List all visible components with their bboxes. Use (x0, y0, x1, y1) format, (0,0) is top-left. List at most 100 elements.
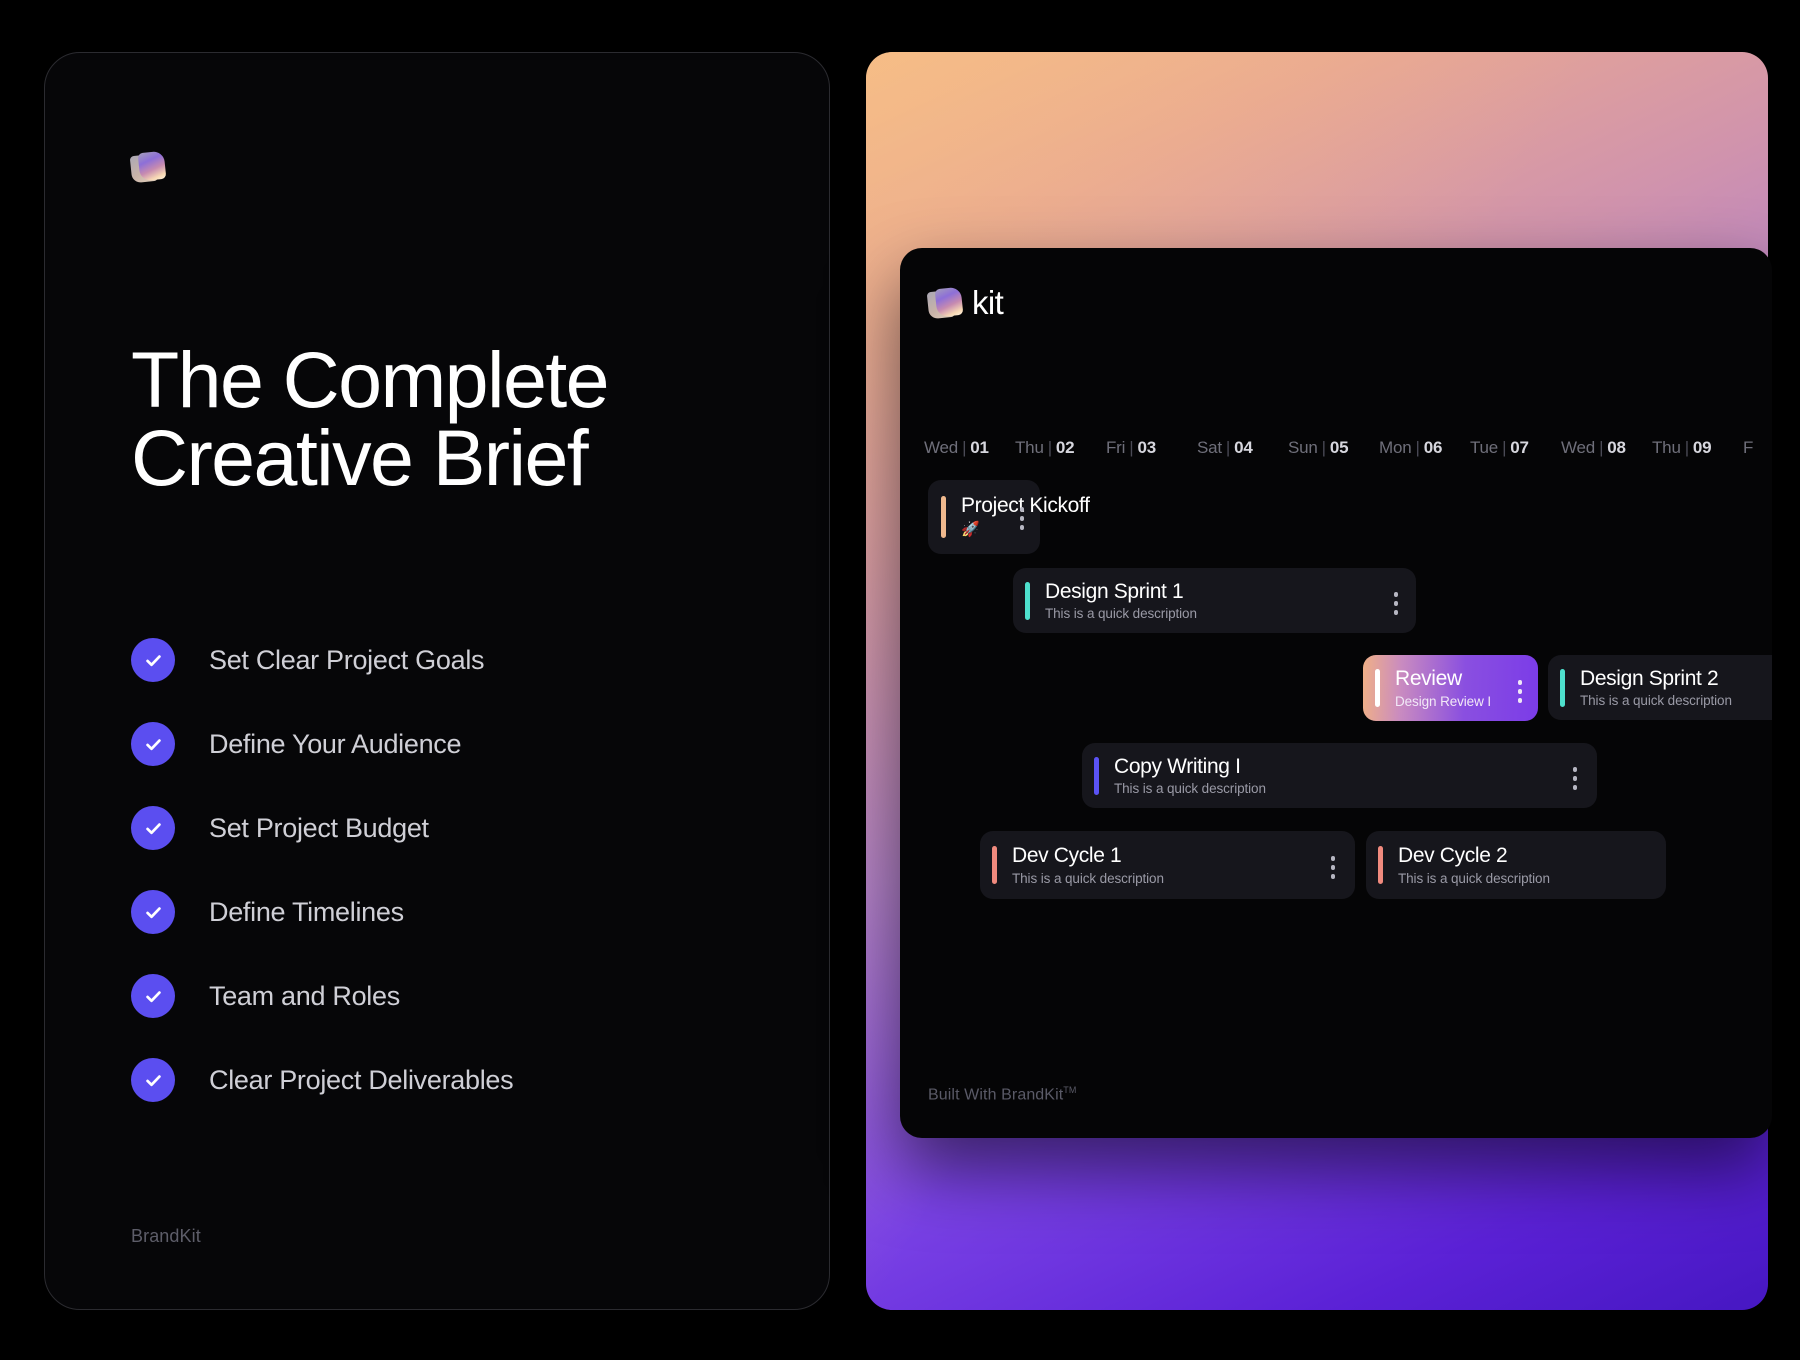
date-column-header[interactable]: Tue | 07 (1470, 438, 1561, 458)
date-separator: | (1502, 438, 1507, 457)
date-number: 06 (1423, 438, 1443, 457)
date-column-header[interactable]: Fri | 03 (1106, 438, 1197, 458)
task-card-highlighted[interactable]: Review Design Review I (1363, 655, 1538, 721)
date-column-header[interactable]: F (1743, 438, 1772, 458)
more-vertical-icon[interactable] (1019, 507, 1024, 530)
list-item: Define Timelines (131, 890, 513, 934)
task-card[interactable]: Dev Cycle 2 This is a quick description (1366, 831, 1666, 899)
check-icon (131, 806, 175, 850)
date-column-header[interactable]: Sat | 04 (1197, 438, 1288, 458)
list-item: Set Clear Project Goals (131, 638, 513, 682)
check-icon (131, 722, 175, 766)
more-vertical-icon[interactable] (1393, 592, 1398, 615)
task-title: Review (1395, 667, 1462, 691)
list-item: Define Your Audience (131, 722, 513, 766)
title-line-2: Creative Brief (131, 413, 589, 503)
task-card[interactable]: Design Sprint 1 This is a quick descript… (1013, 568, 1416, 633)
date-day: Thu (1652, 438, 1681, 457)
task-card[interactable]: Project Kickoff 🚀 (928, 480, 1090, 554)
task-title: Dev Cycle 2 (1398, 844, 1508, 868)
title-line-1: The Complete (131, 335, 610, 424)
date-number: 08 (1607, 438, 1626, 457)
list-item-label: Define Your Audience (209, 728, 462, 759)
poster-canvas: The Complete Creative Brief Set Clear Pr… (0, 0, 1800, 1360)
more-vertical-icon[interactable] (1572, 767, 1577, 790)
timeline-board: Project Kickoff 🚀 Design Sprint 1 This i… (900, 480, 1772, 900)
date-day: Sat (1197, 438, 1222, 457)
brief-footer-brand: BrandKit (131, 1226, 201, 1246)
date-column-header[interactable]: Wed | 08 (1561, 438, 1652, 458)
date-number: 07 (1510, 438, 1529, 457)
task-description: This is a quick description (1012, 870, 1164, 886)
brandkit-logo-icon (926, 286, 964, 320)
brandkit-logo-icon (129, 150, 167, 185)
more-vertical-icon[interactable] (1330, 856, 1335, 879)
check-icon (131, 890, 175, 934)
date-number: 02 (1055, 438, 1075, 457)
task-card[interactable]: Copy Writing I This is a quick descripti… (1082, 743, 1597, 808)
date-column-header[interactable]: Thu | 09 (1652, 438, 1743, 458)
check-icon (131, 1058, 175, 1102)
date-separator: | (1599, 438, 1604, 457)
date-separator: | (1129, 438, 1134, 457)
date-column-header[interactable]: Mon | 06 (1379, 438, 1470, 458)
list-item: Set Project Budget (131, 806, 513, 850)
date-number: 09 (1692, 438, 1712, 457)
task-description: This is a quick description (1045, 606, 1197, 622)
date-separator: | (1047, 438, 1052, 457)
task-body: Dev Cycle 2 This is a quick description (1398, 844, 1550, 886)
task-accent-bar (1378, 846, 1383, 884)
app-footer: Built With BrandKitTM (928, 1085, 1077, 1104)
task-body: Review Design Review I (1395, 667, 1491, 709)
date-day: Wed (924, 438, 959, 457)
date-number: 01 (970, 438, 989, 457)
task-accent-bar (1094, 756, 1099, 795)
date-column-header[interactable]: Thu | 02 (1015, 438, 1106, 458)
task-description: This is a quick description (1580, 693, 1732, 709)
task-body: Copy Writing I This is a quick descripti… (1114, 755, 1266, 797)
task-card[interactable]: Dev Cycle 1 This is a quick description (980, 831, 1355, 899)
list-item-label: Team and Roles (209, 980, 400, 1011)
task-description: This is a quick description (1114, 781, 1266, 797)
app-brand: kit (926, 284, 1004, 321)
app-brand-name: kit (972, 284, 1004, 321)
date-day: Fri (1106, 438, 1126, 457)
creative-brief-card: The Complete Creative Brief Set Clear Pr… (44, 52, 830, 1310)
task-accent-bar (1560, 668, 1565, 707)
task-body: Dev Cycle 1 This is a quick description (1012, 844, 1164, 886)
rocket-icon: 🚀 (961, 521, 980, 539)
date-day: Mon (1379, 438, 1412, 457)
list-item-label: Set Project Budget (209, 812, 429, 843)
app-window: kit Wed | 01 Thu | 02 Fri | 03 Sat | 04 (900, 248, 1772, 1138)
date-column-header[interactable]: Wed | 01 (924, 438, 1015, 458)
date-day: Sun (1288, 438, 1318, 457)
task-description: This is a quick description (1398, 870, 1550, 886)
list-item-label: Define Timelines (209, 896, 404, 927)
task-body: Design Sprint 1 This is a quick descript… (1045, 580, 1197, 622)
app-footer-text: Built With BrandKit (928, 1086, 1064, 1103)
task-body: Design Sprint 2 This is a quick descript… (1580, 667, 1732, 709)
date-separator: | (1321, 438, 1326, 457)
more-vertical-icon[interactable] (1517, 680, 1522, 703)
date-separator: | (1225, 438, 1231, 457)
date-number: 05 (1329, 438, 1349, 457)
task-card[interactable]: Design Sprint 2 This is a quick descript… (1548, 655, 1772, 720)
date-day: Thu (1015, 438, 1044, 457)
task-title: Copy Writing I (1114, 754, 1241, 778)
list-item: Clear Project Deliverables (131, 1058, 514, 1102)
list-item-label: Set Clear Project Goals (209, 644, 485, 675)
task-title: Project Kickoff (961, 494, 1090, 518)
check-icon (131, 974, 175, 1018)
trademark-mark: TM (1063, 1084, 1077, 1095)
date-separator: | (1415, 438, 1420, 457)
date-column-header[interactable]: Sun | 05 (1288, 438, 1379, 458)
list-item-label: Clear Project Deliverables (209, 1064, 514, 1095)
task-title: Design Sprint 1 (1045, 579, 1184, 603)
date-day: F (1743, 438, 1754, 457)
date-number: 03 (1137, 438, 1156, 457)
date-number: 04 (1234, 438, 1253, 457)
date-day: Wed (1561, 438, 1596, 457)
timeline-date-header: Wed | 01 Thu | 02 Fri | 03 Sat | 04 Sun (924, 438, 1772, 458)
task-accent-bar (1375, 669, 1380, 707)
date-day: Tue (1470, 438, 1499, 457)
